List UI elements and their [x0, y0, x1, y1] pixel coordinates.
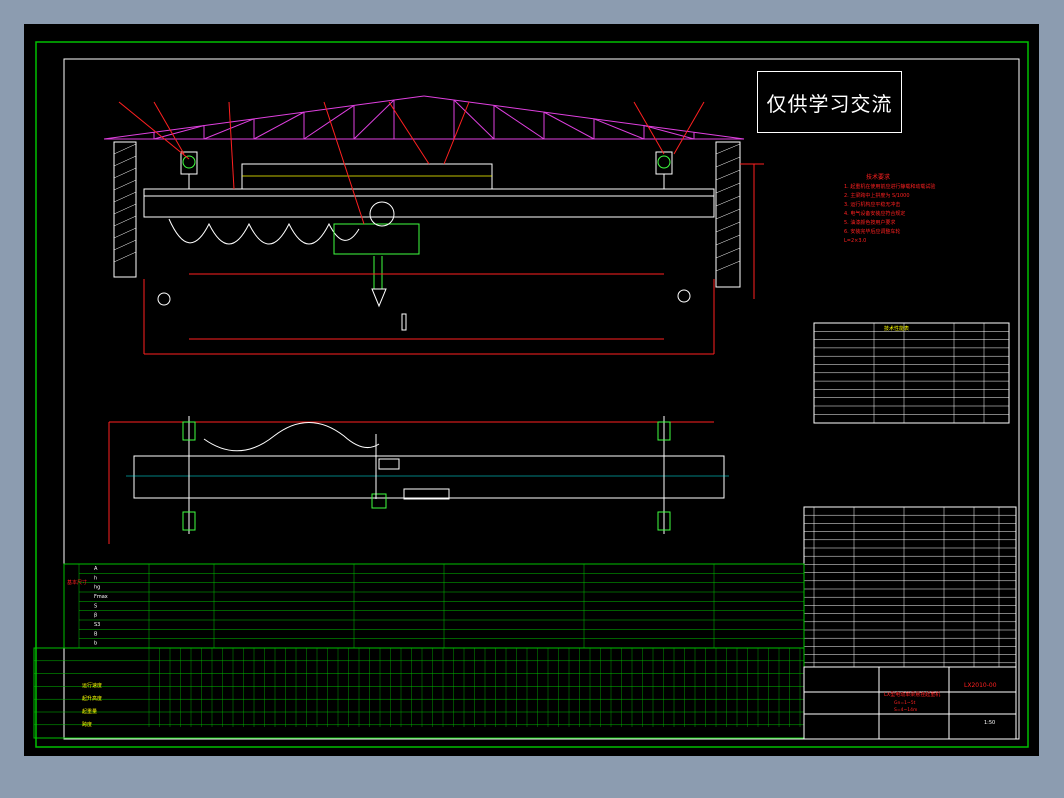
wall-hatch [113, 167, 137, 179]
wall-hatch [715, 169, 741, 181]
notes-line: 2. 主梁跨中上拱度为 S/1000 [844, 192, 910, 199]
truss-diagonal [353, 99, 395, 140]
drawing-name: LX型电动单梁悬挂起重机 [884, 691, 940, 698]
drawing-scale: 1:50 [984, 720, 995, 726]
truss-diagonal [453, 99, 495, 140]
dims-row-header: S [94, 603, 97, 609]
hoist-motor [333, 223, 420, 255]
spec-row-label: 起升高度 [82, 695, 102, 702]
notes-line: 3. 运行机构应平稳无冲击 [844, 201, 900, 208]
hook [401, 313, 407, 331]
festoon-cable [168, 218, 360, 245]
watermark-label: 仅供学习交流 [757, 71, 902, 133]
notes-title: 技术要求 [866, 173, 890, 181]
dims-side-label: 基本尺寸 [67, 579, 87, 586]
leader [153, 101, 185, 155]
drawing-subtitle: S=4~14m [894, 707, 917, 713]
leader [443, 101, 470, 165]
trolley-wheel [182, 155, 196, 169]
spec-row-label: 跨度 [82, 721, 92, 728]
truss-diagonal [253, 111, 305, 140]
spec-grid [33, 647, 805, 739]
inner-border [63, 58, 1020, 740]
parts-list [803, 506, 1017, 668]
hoist-drum [369, 201, 395, 227]
notes-line: 6. 安装完毕后应调整车轮 [844, 228, 900, 235]
notes-line: 5. 油漆颜色按用户要求 [844, 219, 895, 226]
wall-hatch [715, 156, 741, 168]
wall-hatch [113, 179, 137, 191]
trolley-wheel [657, 155, 671, 169]
dims-table [63, 563, 805, 649]
wall-hatch [113, 143, 137, 155]
outer-frame [35, 41, 1029, 748]
leader [388, 101, 430, 165]
wall-hatch [715, 195, 741, 207]
dims-row-header: A [94, 566, 98, 572]
truss-diagonal [543, 111, 595, 140]
plan-girder [133, 455, 725, 499]
notes-line: 1. 起重机在使用前应进行静载和动载试验 [844, 183, 935, 190]
leader [228, 101, 235, 190]
dims-row-header: h [94, 575, 97, 581]
truss-diagonal [303, 104, 355, 140]
notes-line: 4. 电气设备安装应符合规定 [844, 210, 905, 217]
dims-row-header: hg [94, 585, 100, 591]
dims-row-header: β [94, 613, 97, 619]
truss-diagonal [493, 104, 545, 140]
wall-hatch [715, 221, 741, 233]
spec-row-label: 运行速度 [82, 682, 102, 689]
wall-hatch [113, 239, 137, 251]
dims-row-header: S3 [94, 622, 100, 628]
tech-title: 技术性能表 [884, 325, 909, 332]
wall-hatch [715, 260, 741, 272]
wall-hatch [715, 208, 741, 220]
leader [323, 101, 365, 225]
main-girder [143, 188, 715, 218]
wall-hatch [113, 191, 137, 203]
wall-hatch [715, 143, 741, 155]
right-wall [715, 141, 741, 288]
inner-frame [63, 58, 1020, 740]
plan-gear [371, 493, 387, 509]
hoist-housing-rail [241, 163, 493, 190]
wall-hatch [113, 227, 137, 239]
wall-hatch [113, 203, 137, 215]
drawing-code: LX2010-00 [964, 682, 997, 689]
support-symbol [677, 289, 691, 303]
leader [118, 101, 190, 160]
plan-hoist [378, 458, 400, 470]
support-symbol [157, 292, 171, 306]
hook-block [371, 288, 387, 308]
spec-row-label: 起重量 [82, 708, 97, 715]
wall-hatch [715, 234, 741, 246]
cad-viewport[interactable]: 技术要求 1. 起重机在使用前应进行静载和动载试验 2. 主梁跨中上拱度为 S/10… [24, 24, 1039, 756]
wall-hatch [715, 247, 741, 259]
plan-cable [203, 422, 380, 452]
dims-row-header: b [94, 641, 97, 647]
leader [673, 101, 705, 155]
wall-hatch [715, 182, 741, 194]
notes-line: L=2×3.0 [844, 238, 866, 244]
crane-drawing: 技术要求 1. 起重机在使用前应进行静载和动载试验 2. 主梁跨中上拱度为 S/10… [33, 41, 1029, 748]
dims-row-header: B [94, 631, 98, 637]
wall-hatch [113, 251, 137, 263]
wall-hatch [113, 155, 137, 167]
wall-hatch [113, 215, 137, 227]
dims-row-header: Fmax [94, 594, 108, 600]
drawing-subtitle: Gn=1~5t [894, 700, 916, 706]
